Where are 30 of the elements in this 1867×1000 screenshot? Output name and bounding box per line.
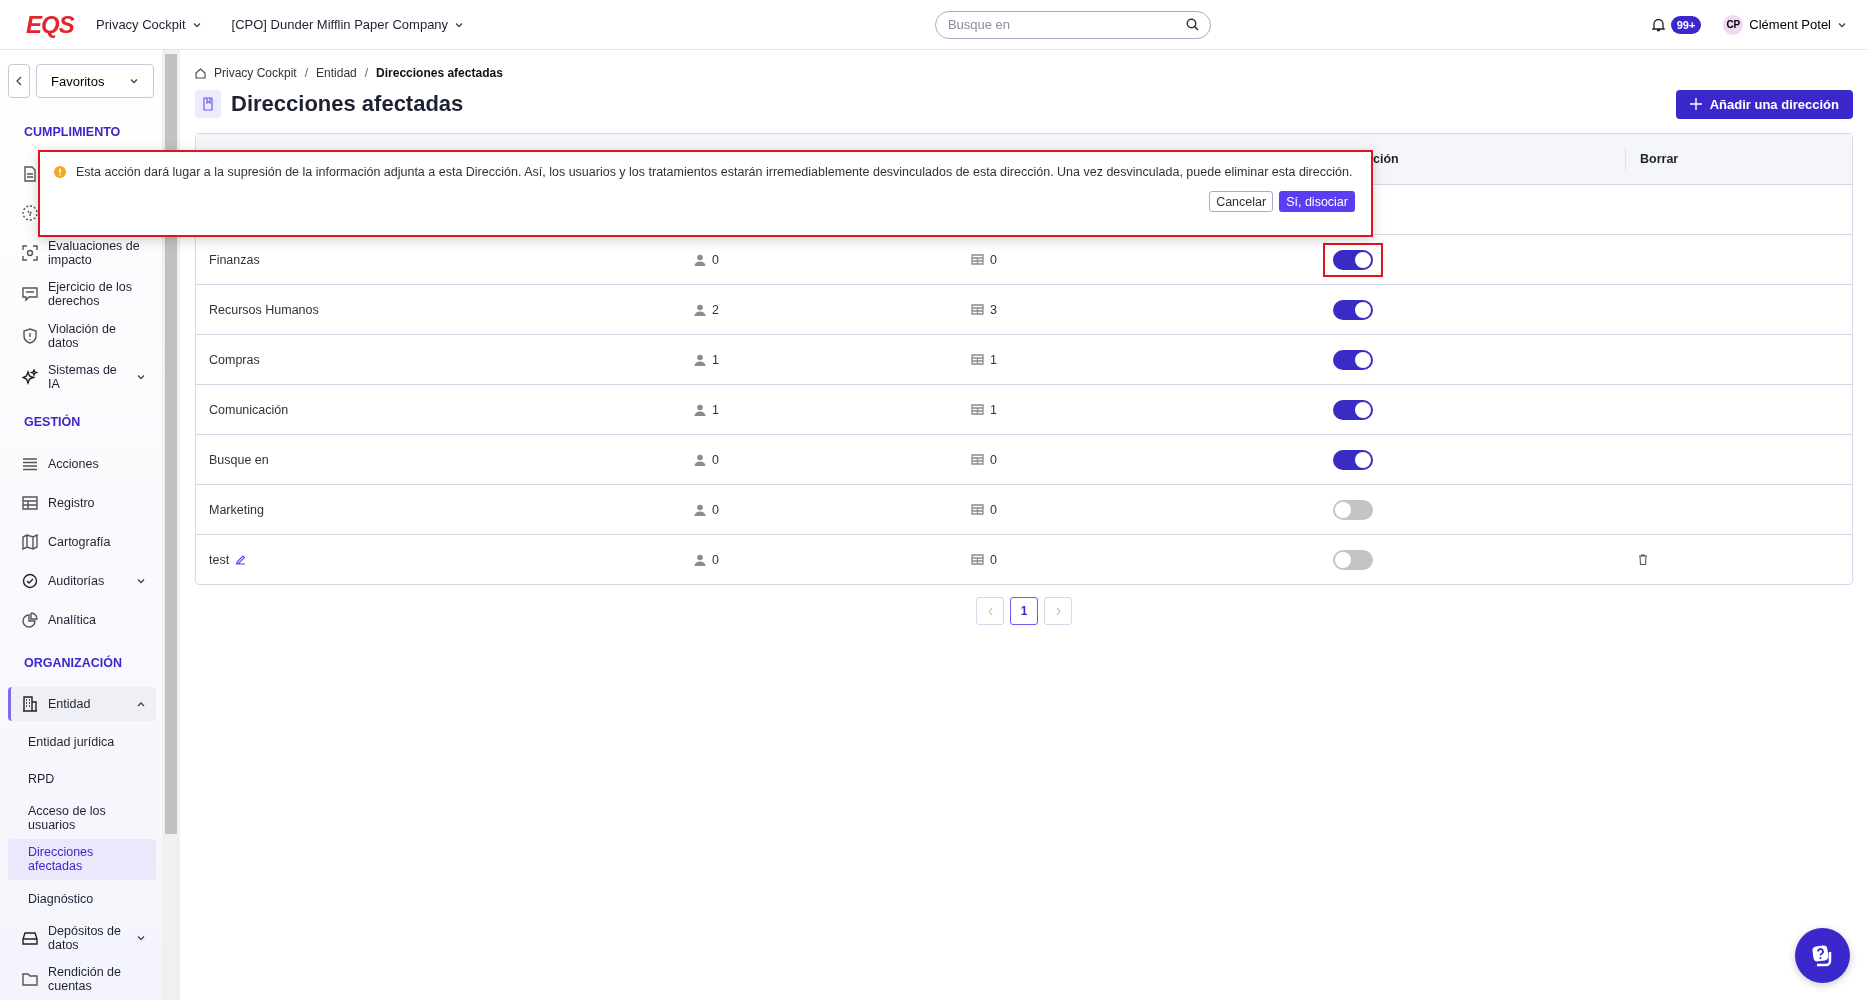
table-cell: Comunicación [209,402,289,417]
table-cell: 0 [712,502,719,517]
column-header: Borrar [1625,148,1852,170]
table-cell: 1 [990,352,997,367]
table-cell: Marketing [209,502,264,517]
table-cell: 1 [990,402,997,417]
section-title: CUMPLIMIENTO [23,124,122,141]
popover-message: Esta acción dará lugar a la supresión de la información adjunta a esta Dirección. Así, los usuarios y los tratamientos estarán irremediablemente desvinculados de esta dirección. Una vez desvinculada, puede eliminar esta dirección. [76,165,1353,179]
table-cell: Compras [209,352,260,367]
column-header: ción [1372,151,1400,168]
section-title: ORGANIZACIÓN [23,654,123,672]
table-cell: test [209,552,230,567]
section-title: GESTIÓN [23,413,82,431]
table-cell: 0 [712,552,719,567]
breadcrumb-separator: / [304,66,309,80]
table-cell: 1 [712,402,719,417]
table-cell: 0 [990,502,997,517]
table-cell: 0 [990,252,997,267]
page-title: Direcciones afectadas [231,91,464,117]
table-cell: Recursos Humanos [209,302,319,317]
table-cell: 0 [712,452,719,467]
table-cell: 1 [712,352,719,367]
table-cell: 0 [990,452,997,467]
table-cell: 0 [990,552,997,567]
table-cell: Busque en [209,452,269,467]
table-cell: Finanzas [209,252,260,267]
breadcrumb-separator: / [364,66,369,80]
table-cell: 3 [990,302,997,317]
table-cell: 2 [712,302,719,317]
table-cell: 0 [712,252,719,267]
